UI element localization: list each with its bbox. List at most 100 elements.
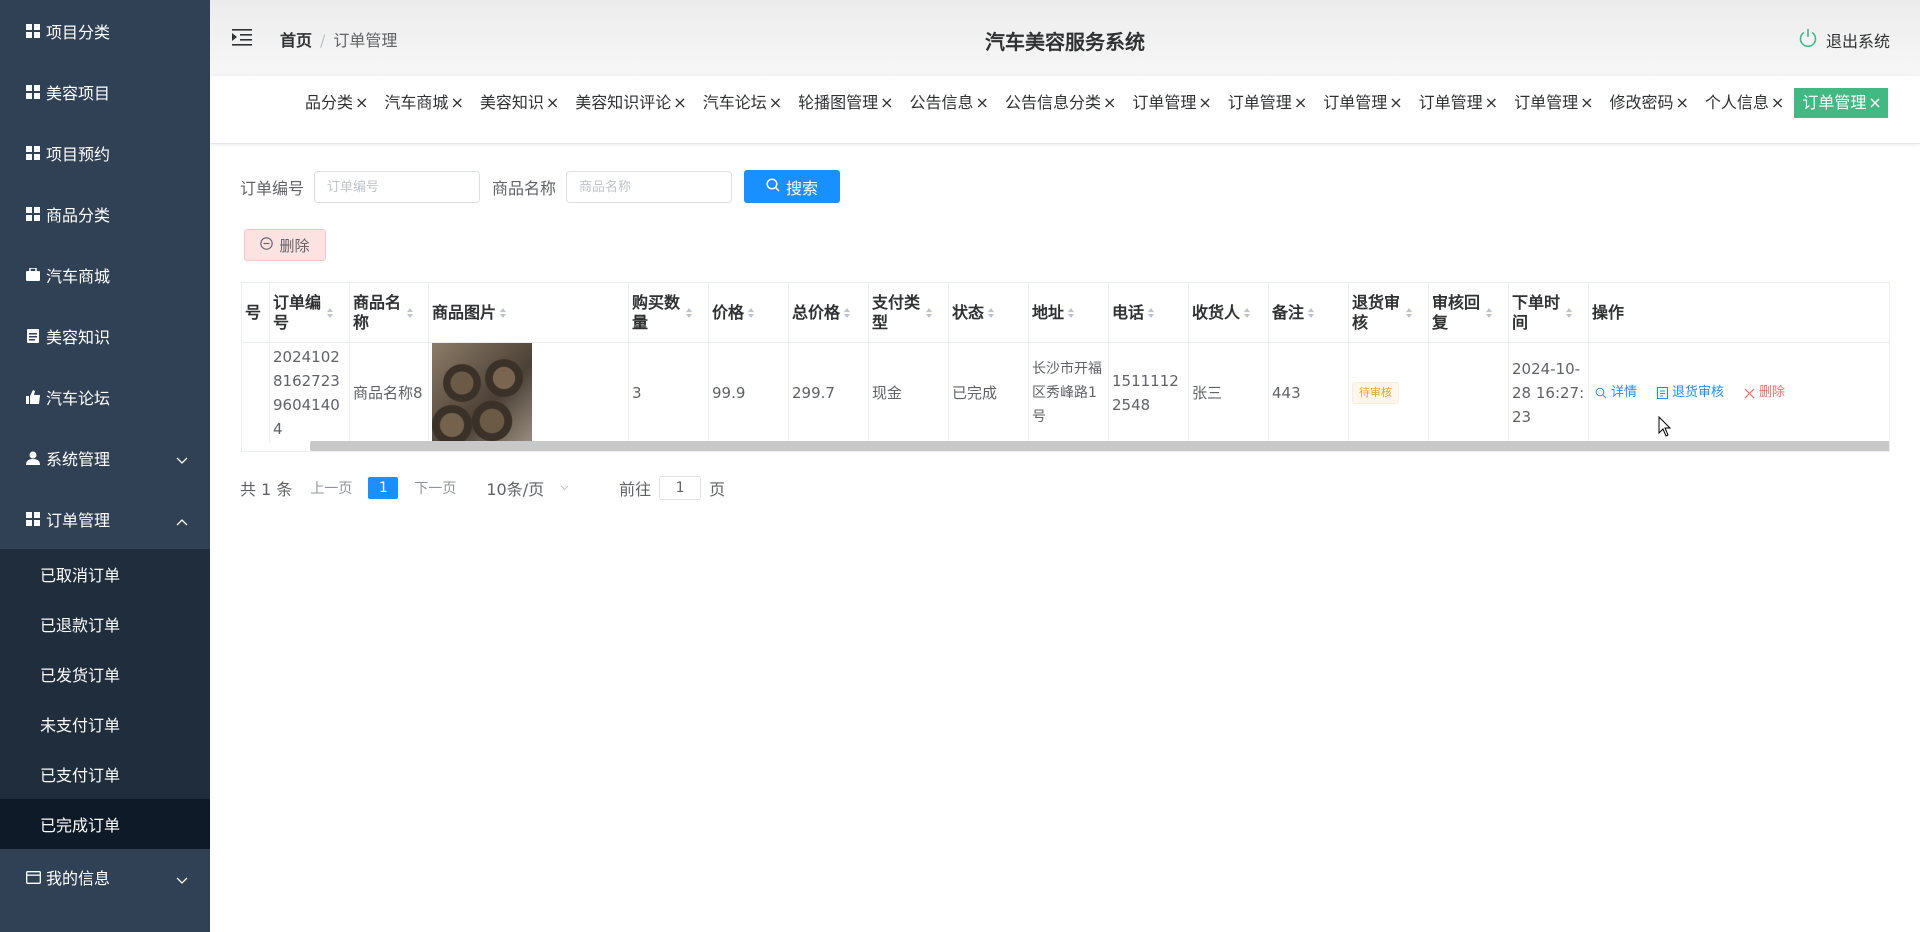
tag-close-icon[interactable]: × (355, 93, 368, 112)
tag-close-icon[interactable]: × (1485, 93, 1498, 112)
tag-close-icon[interactable]: × (976, 93, 989, 112)
column-header-return-review[interactable]: 退货审核 (1349, 283, 1429, 343)
sort-icon[interactable] (686, 308, 692, 318)
tag[interactable]: 订单管理 × (1126, 88, 1217, 118)
sidebar-item-my-info[interactable]: 我的信息 (0, 849, 210, 905)
sort-icon[interactable] (988, 308, 995, 318)
next-page-button[interactable]: 下一页 (414, 478, 456, 498)
sort-icon[interactable] (407, 308, 413, 318)
sidebar-item-product-category[interactable]: 商品分类 (0, 183, 210, 244)
sort-icon[interactable] (1244, 308, 1251, 318)
tag[interactable]: 轮播图管理 × (792, 88, 899, 118)
sidebar-item-car-forum[interactable]: 汽车论坛 (0, 366, 210, 427)
sort-icon[interactable] (1486, 308, 1492, 318)
sidebar-item-order-management[interactable]: 订单管理 (0, 488, 210, 549)
tag-close-icon[interactable]: × (1389, 93, 1402, 112)
sort-icon[interactable] (748, 308, 755, 318)
tag[interactable]: 订单管理 × (1413, 88, 1504, 118)
column-header-address[interactable]: 地址 (1029, 283, 1109, 343)
column-header-product-image[interactable]: 商品图片 (429, 283, 629, 343)
prev-page-button[interactable]: 上一页 (310, 478, 352, 498)
tag[interactable]: 订单管理 × (1508, 88, 1599, 118)
detail-button[interactable]: 详情 (1595, 381, 1647, 405)
order-no-input[interactable] (314, 170, 481, 203)
tag-close-icon[interactable]: × (546, 93, 559, 112)
submenu-refunded-orders[interactable]: 已退款订单 (0, 599, 210, 649)
submenu-shipped-orders[interactable]: 已发货订单 (0, 649, 210, 699)
tag[interactable]: 汽车商城 × (378, 88, 469, 118)
grid-icon (24, 144, 42, 162)
tag-close-icon[interactable]: × (1198, 93, 1211, 112)
submenu-cancelled-orders[interactable]: 已取消订单 (0, 549, 210, 599)
tag[interactable]: 美容知识评论 × (569, 88, 692, 118)
sort-icon[interactable] (327, 308, 333, 318)
batch-delete-button[interactable]: 删除 (244, 229, 326, 261)
tag-close-icon[interactable]: × (450, 93, 463, 112)
sort-icon[interactable] (926, 308, 932, 318)
sidebar-item-system-management[interactable]: 系统管理 (0, 427, 210, 488)
table-header: 号 订单编号 商品名称 商品图片 购买数量 价格 总价格 支付类型 状态 地址 … (242, 283, 1889, 343)
sidebar-item-car-mall[interactable]: 汽车商城 (0, 244, 210, 305)
page-size-select[interactable]: 10条/页 (486, 476, 569, 500)
column-header-quantity[interactable]: 购买数量 (629, 283, 709, 343)
sidebar-item-project-booking[interactable]: 项目预约 (0, 122, 210, 183)
return-review-button[interactable]: 退货审核 (1657, 381, 1734, 405)
sort-icon[interactable] (844, 308, 851, 318)
column-header-review-reply[interactable]: 审核回复 (1429, 283, 1509, 343)
sort-icon[interactable] (1406, 308, 1412, 318)
column-header-status[interactable]: 状态 (949, 283, 1029, 343)
submenu-completed-orders[interactable]: 已完成订单 (0, 799, 210, 849)
briefcase-icon (24, 266, 42, 284)
tag-close-icon[interactable]: × (1676, 93, 1689, 112)
sort-icon[interactable] (1308, 308, 1315, 318)
sidebar-item-beauty-knowledge[interactable]: 美容知识 (0, 305, 210, 366)
page-number-current[interactable]: 1 (368, 477, 399, 499)
tag-close-icon[interactable]: × (673, 93, 686, 112)
tag-close-icon[interactable]: × (1103, 93, 1116, 112)
tag[interactable]: 公告信息 × (904, 88, 995, 118)
sidebar-item-project-category[interactable]: 项目分类 (0, 0, 210, 61)
sort-icon[interactable] (1566, 308, 1572, 318)
column-header-price[interactable]: 价格 (709, 283, 789, 343)
search-button[interactable]: 搜索 (744, 170, 841, 203)
submenu-unpaid-orders[interactable]: 未支付订单 (0, 699, 210, 749)
tag-close-icon[interactable]: × (1294, 93, 1307, 112)
tag-close-icon[interactable]: × (1580, 93, 1593, 112)
column-header-remark[interactable]: 备注 (1269, 283, 1349, 343)
sort-icon[interactable] (1148, 308, 1155, 318)
cell-address: 长沙市开福区秀峰路1号 (1029, 343, 1109, 443)
column-header-total[interactable]: 总价格 (789, 283, 869, 343)
tag[interactable]: 汽车论坛 × (697, 88, 788, 118)
submenu-paid-orders[interactable]: 已支付订单 (0, 749, 210, 799)
product-name-input[interactable] (566, 170, 733, 203)
horizontal-scrollbar[interactable] (310, 441, 1889, 451)
tag-label: 美容知识 (479, 93, 544, 112)
sort-icon[interactable] (500, 308, 507, 318)
tag[interactable]: 修改密码 × (1603, 88, 1694, 118)
column-header-phone[interactable]: 电话 (1109, 283, 1189, 343)
column-header-order-time[interactable]: 下单时间 (1509, 283, 1589, 343)
tag[interactable]: 品分类 × (299, 88, 374, 118)
row-delete-button[interactable]: 删除 (1744, 381, 1795, 405)
column-header-product-name[interactable]: 商品名称 (350, 283, 429, 343)
tag-close-icon[interactable]: × (769, 93, 782, 112)
column-header-receiver[interactable]: 收货人 (1189, 283, 1269, 343)
column-header-pay-type[interactable]: 支付类型 (869, 283, 949, 343)
tag-close-icon[interactable]: × (1771, 93, 1784, 112)
sidebar-item-beauty-project[interactable]: 美容项目 (0, 61, 210, 122)
tag[interactable]: 订单管理 × (1317, 88, 1408, 118)
tag-close-icon[interactable]: × (1868, 93, 1881, 112)
column-header-order-no[interactable]: 订单编号 (270, 283, 350, 343)
tag[interactable]: 订单管理 × (1222, 88, 1313, 118)
tag[interactable]: 公告信息分类 × (999, 88, 1122, 118)
sort-icon[interactable] (1068, 308, 1075, 318)
logout-button[interactable]: 退出系统 (1798, 28, 1890, 52)
table-row[interactable]: 2024102816272396041404 商品名称8 3 99.9 299.… (242, 343, 1889, 443)
product-thumbnail[interactable] (432, 343, 532, 443)
goto-page-input[interactable]: 1 (659, 476, 702, 500)
column-header-actions: 操作 (1592, 303, 1625, 322)
tag-close-icon[interactable]: × (880, 93, 893, 112)
tag[interactable]: 美容知识 × (474, 88, 565, 118)
tag-active[interactable]: 订单管理 × (1794, 88, 1888, 118)
tag[interactable]: 个人信息 × (1699, 88, 1790, 118)
